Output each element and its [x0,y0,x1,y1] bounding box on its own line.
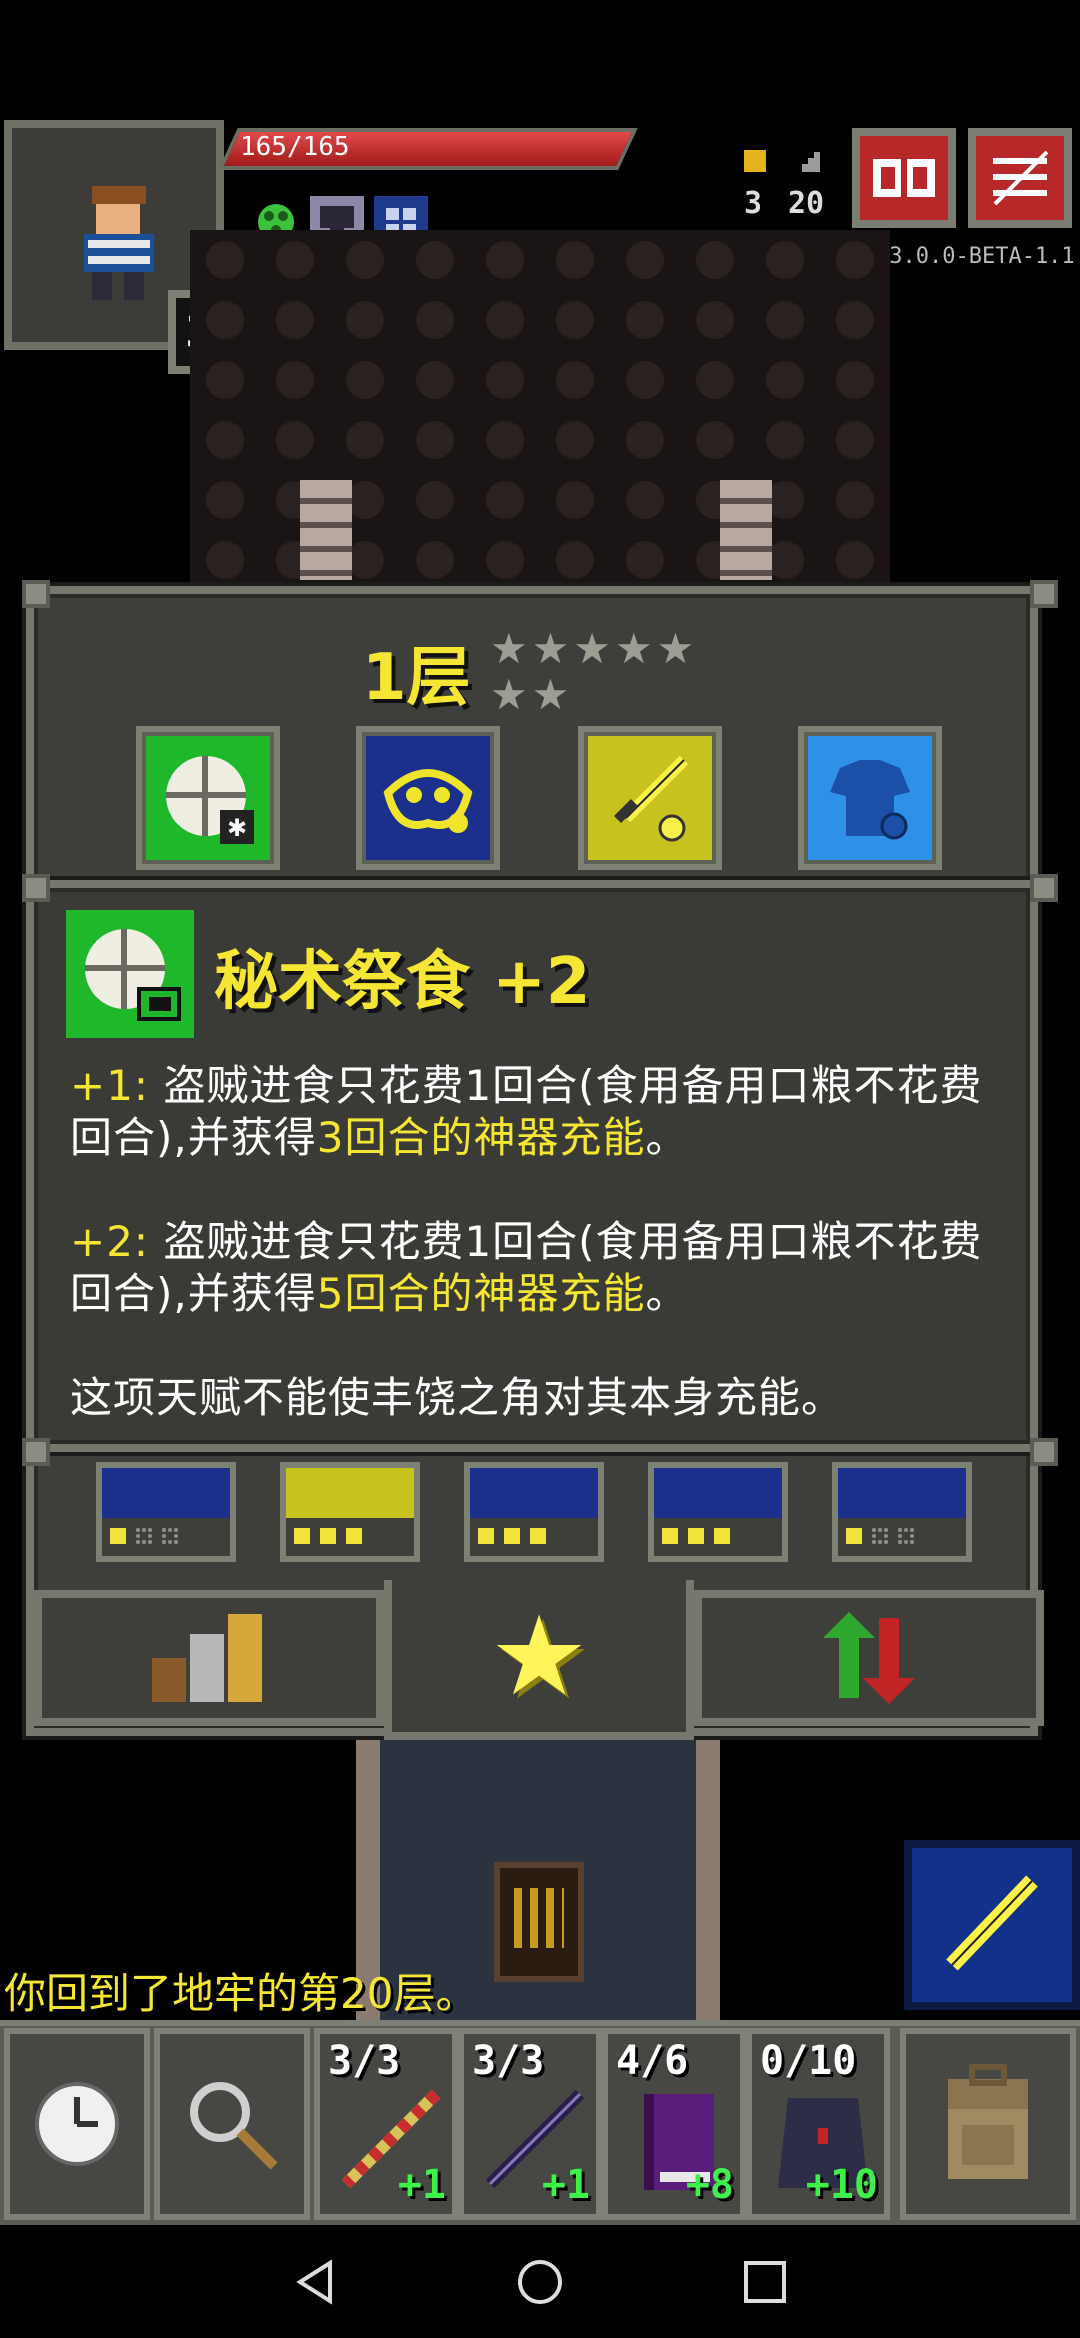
selected-talent-icon [66,910,194,1038]
star-icon: ★ [489,1592,589,1720]
game-log-message: 你回到了地牢的第20层。 [4,1969,478,2018]
mask-icon [383,769,473,833]
talent-mask[interactable] [356,726,500,870]
level2-line: +2: 盗贼进食只花费1回合(食用备用口粮不花费回合),并获得5回合的神器充能。 [70,1217,983,1318]
swap-arrows-icon [823,1612,915,1704]
ration-icon: ✱ [166,756,254,844]
talent-ration[interactable]: ✱ [136,726,280,870]
selected-talent-name: 秘术祭食 +2 [214,945,591,1019]
back-icon[interactable] [290,2257,340,2307]
lower-talent-row [96,1462,986,1566]
lower-talent-1[interactable] [96,1462,236,1562]
armor-icon [830,760,910,840]
wait-button[interactable] [4,2028,150,2220]
talent-note: 这项天赋不能使丰饶之角对其本身充能。 [70,1373,845,1422]
menu-button[interactable] [968,128,1072,228]
clock-icon [35,2082,119,2166]
menu-icon [993,150,1049,206]
sword-icon [613,755,689,842]
talent-sword[interactable] [578,726,722,870]
ration-icon [85,929,181,1021]
quickslot-2[interactable]: 3/3 +1 [458,2028,602,2220]
magnifier-icon [190,2082,278,2170]
depth-number: 20 [788,186,825,221]
level1-line: +1: 盗贼进食只花费1回合(食用备用口粮不花费回合),并获得3回合的神器充能。 [70,1061,983,1162]
version-label: v3.0.0-BETA-1.1 [876,244,1075,269]
tab-upgrade[interactable] [694,1590,1044,1726]
wand-icon [946,1875,1038,1971]
search-button[interactable] [154,2028,310,2220]
talent-description: +1: 盗贼进食只花费1回合(食用备用口粮不花费回合),并获得3回合的神器充能。… [70,1060,1020,1424]
hero-avatar [84,186,154,300]
hp-text: 165/165 [240,132,350,162]
svg-text:✱: ✱ [227,814,247,842]
dungeon-door [494,1862,584,1982]
tab-talents[interactable]: ★ [384,1580,694,1740]
journal-icon [873,159,935,197]
lower-talent-5[interactable] [832,1462,972,1562]
talent-armor[interactable] [798,726,942,870]
attack-button[interactable] [904,1840,1080,2010]
quickslot-1[interactable]: 3/3 +1 [314,2028,458,2220]
tab-stats[interactable] [34,1590,384,1726]
recents-icon[interactable] [740,2257,790,2307]
system-nav-bar [0,2225,1080,2338]
home-icon[interactable] [515,2257,565,2307]
journal-button[interactable] [852,128,956,228]
quickslot-4[interactable]: 0/10 +10 [746,2028,890,2220]
tier-title: 1层 [362,641,471,715]
lower-talent-2[interactable] [280,1462,420,1562]
challenge-icon [744,150,766,172]
talent-points-stars: ★★★★★ ★★ [490,624,699,719]
backpack-icon [948,2064,1028,2179]
stats-icon [152,1614,262,1702]
quickslot-3[interactable]: 4/6 +8 [602,2028,746,2220]
backpack-button[interactable] [900,2028,1076,2220]
depth-stairs-icon [796,150,822,174]
skeleton-statue-right [720,480,772,580]
skeleton-statue-left [300,480,352,580]
dungeon-floor [190,230,890,600]
lower-talent-4[interactable] [648,1462,788,1562]
challenge-count: 3 [744,186,763,221]
lower-talent-3[interactable] [464,1462,604,1562]
